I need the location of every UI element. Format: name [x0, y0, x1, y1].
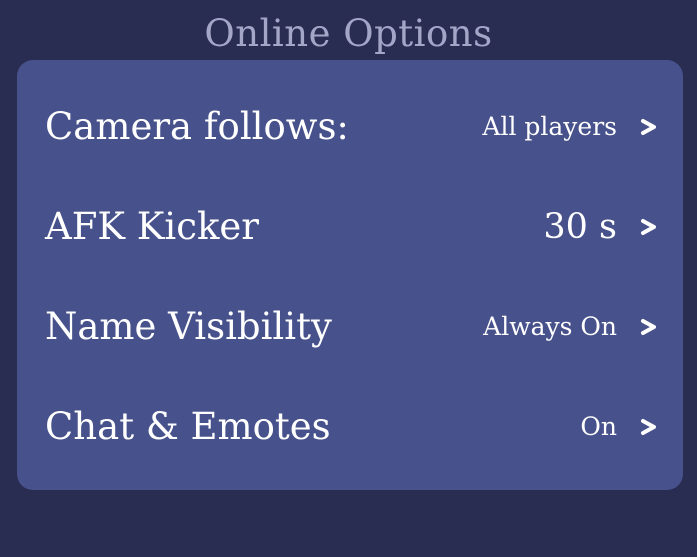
option-label-name-visibility: Name Visibility — [45, 305, 332, 348]
chevron-right-icon[interactable] — [639, 118, 659, 136]
option-value-chat-emotes: On — [580, 412, 617, 441]
option-value-name-visibility: Always On — [483, 312, 617, 341]
option-label-chat-emotes: Chat & Emotes — [45, 405, 331, 448]
options-panel: Camera follows: All players AFK Kicker 3… — [17, 60, 683, 490]
page-title: Online Options — [204, 12, 493, 55]
option-row-chat-emotes[interactable]: Chat & Emotes On — [17, 397, 683, 457]
chevron-right-icon[interactable] — [639, 418, 659, 436]
chevron-right-icon[interactable] — [639, 318, 659, 336]
option-row-afk-kicker[interactable]: AFK Kicker 30 s — [17, 197, 683, 257]
option-row-name-visibility[interactable]: Name Visibility Always On — [17, 297, 683, 357]
option-row-camera-follows[interactable]: Camera follows: All players — [17, 97, 683, 157]
chevron-right-icon[interactable] — [639, 218, 659, 236]
option-value-camera-follows: All players — [482, 112, 617, 141]
option-label-afk-kicker: AFK Kicker — [45, 205, 259, 248]
option-value-afk-kicker: 30 s — [543, 207, 617, 247]
option-label-camera-follows: Camera follows: — [45, 105, 349, 148]
